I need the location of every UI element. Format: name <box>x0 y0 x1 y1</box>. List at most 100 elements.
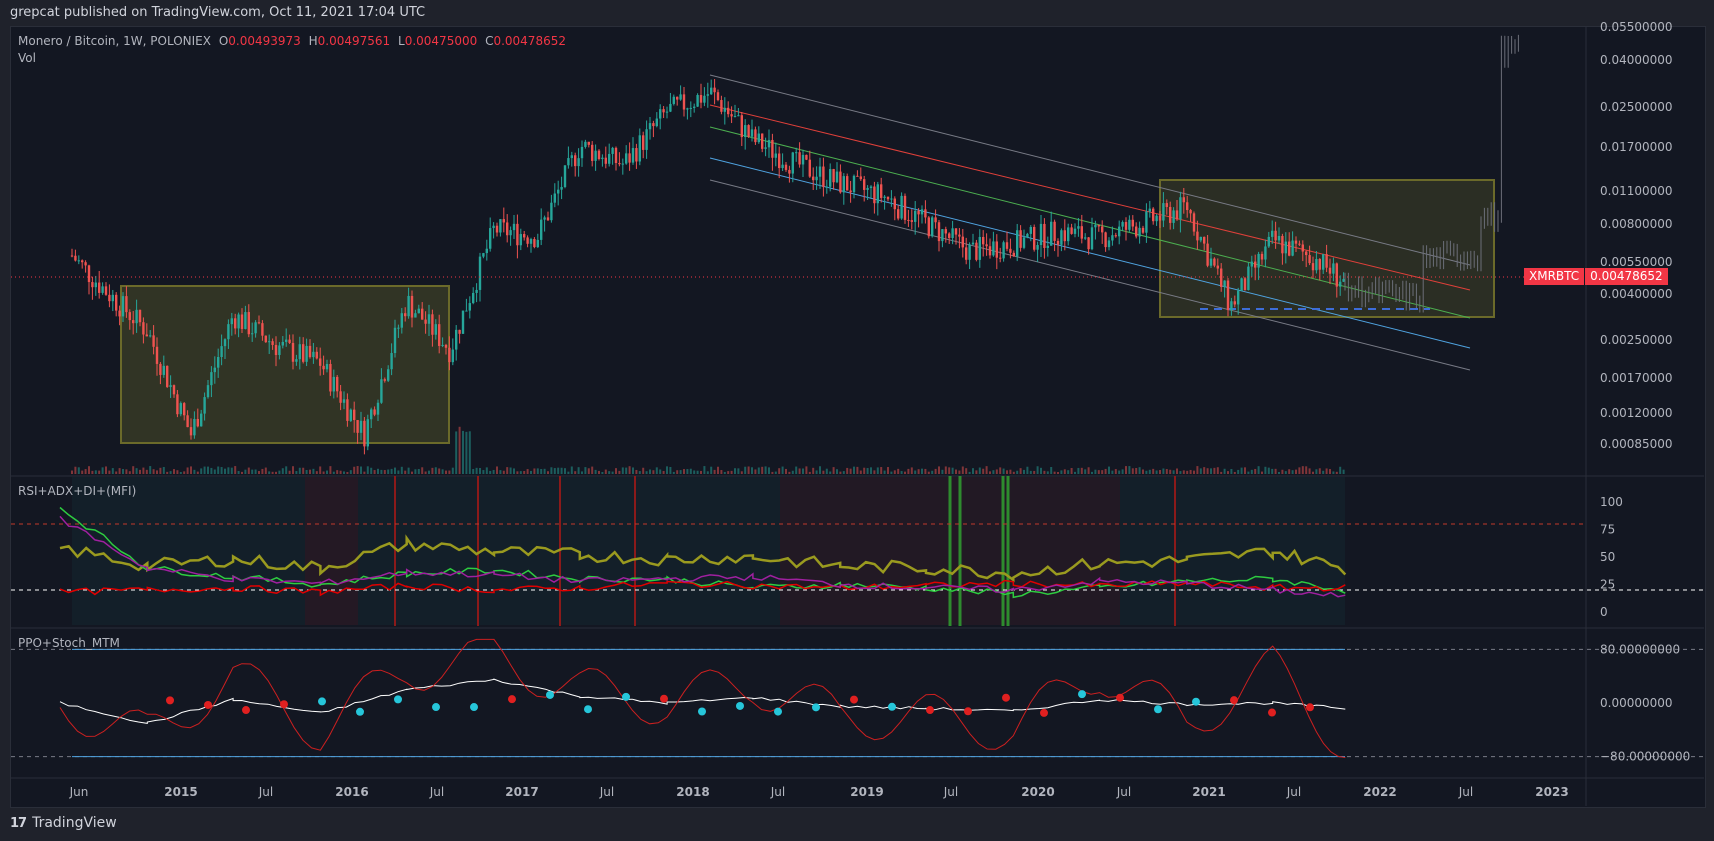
volume-bar <box>173 469 175 474</box>
volume-bar <box>1080 467 1083 474</box>
candle-body <box>961 236 964 248</box>
ppo-signal-dot <box>546 690 554 699</box>
rsi-pane-title[interactable]: RSI+ADX+DI+(MFI) <box>18 484 136 498</box>
candle-body <box>434 324 437 335</box>
volume-bar <box>574 471 577 474</box>
candle-body <box>679 94 682 100</box>
volume-bar <box>581 471 583 474</box>
volume-bar <box>829 471 832 474</box>
candle-body <box>159 363 162 375</box>
time-tick-label: Jun <box>69 785 89 799</box>
volume-bar <box>611 471 614 474</box>
candle-body <box>839 171 842 193</box>
low-label: L <box>398 34 405 48</box>
volume-bar <box>999 467 1002 474</box>
volume-bar <box>159 467 162 474</box>
volume-bar <box>1057 471 1059 474</box>
volume-bar <box>815 470 818 474</box>
volume-bar <box>91 470 94 474</box>
candle-body <box>999 257 1002 259</box>
price-tick-label: 0.00550000 <box>1600 255 1673 269</box>
candle-body <box>669 103 672 112</box>
volume-bar <box>788 471 791 474</box>
volume-bar <box>305 469 308 474</box>
candle-body <box>444 344 448 348</box>
candle-body <box>315 351 318 359</box>
candle-body <box>710 87 713 95</box>
volume-bar <box>961 466 964 474</box>
volume-bar <box>1322 470 1325 474</box>
candle-body <box>1291 240 1294 256</box>
volume-bar <box>638 471 641 474</box>
candle-body <box>244 312 247 329</box>
volume-bar <box>94 470 97 474</box>
candle-body <box>128 312 131 321</box>
ppo-signal-dot <box>242 706 250 715</box>
candle-body <box>387 369 390 381</box>
rsi-tick-label: 100 <box>1600 495 1623 509</box>
candle-body <box>475 289 478 293</box>
candle-body <box>1039 223 1043 246</box>
candle-body <box>1118 226 1121 237</box>
volume-bar <box>744 466 747 474</box>
candle-body <box>1308 255 1311 264</box>
ppo-signal-dot <box>660 694 668 703</box>
volume-bar <box>1237 469 1240 474</box>
ppo-pane-title[interactable]: PPO+Stoch_MTM <box>18 636 120 650</box>
candle-body <box>1230 301 1233 311</box>
candle-body <box>540 219 543 240</box>
volume-bar <box>1220 471 1223 474</box>
volume-bar <box>441 469 444 474</box>
candle-body <box>417 308 420 314</box>
candle-body <box>1056 240 1060 245</box>
candle-body <box>98 282 101 293</box>
candle-body <box>533 239 536 248</box>
symbol-legend[interactable]: Monero / Bitcoin, 1W, POLONIEX O0.004939… <box>18 34 566 48</box>
volume-bar <box>1097 470 1100 474</box>
candle-body <box>1216 265 1219 269</box>
candle-body <box>390 353 393 370</box>
time-tick-label: Jul <box>1116 785 1131 799</box>
candle-body <box>196 418 199 427</box>
candle-body <box>1335 263 1338 287</box>
candle-body <box>580 146 584 159</box>
volume-bar <box>329 466 332 474</box>
volume-bar <box>207 466 209 474</box>
candle-body <box>767 139 771 148</box>
candle-body <box>1128 219 1131 230</box>
volume-bar <box>360 466 362 474</box>
volume-bar <box>917 469 920 474</box>
candle-body <box>349 409 352 421</box>
candle-body <box>172 385 176 395</box>
candle-body <box>968 244 971 260</box>
candle-body <box>1141 227 1145 233</box>
candle-body <box>145 334 148 337</box>
volume-bar <box>594 469 597 474</box>
candle-body <box>1226 280 1230 311</box>
candle-body <box>380 379 383 403</box>
candle-body <box>723 107 726 112</box>
volume-bar <box>499 470 502 474</box>
volume-label[interactable]: Vol <box>18 51 36 65</box>
volume-bar <box>696 470 699 474</box>
candle-body <box>336 376 339 392</box>
footer[interactable]: 17 TradingView <box>10 815 117 831</box>
candle-body <box>733 115 737 117</box>
volume-bar <box>1312 471 1314 474</box>
volume-bar <box>832 467 835 474</box>
candle-body <box>744 125 747 138</box>
candle-body <box>281 341 284 346</box>
candle-body <box>805 154 808 160</box>
candle-body <box>101 286 104 293</box>
volume-bar <box>540 468 543 474</box>
volume-bar <box>1145 470 1148 474</box>
candle-body <box>1169 206 1172 223</box>
volume-bar <box>1325 468 1328 474</box>
candle-body <box>1315 259 1318 271</box>
candle-body <box>404 313 407 317</box>
time-tick-label: 2015 <box>164 785 197 799</box>
volume-bar <box>363 471 366 474</box>
chart-canvas[interactable]: 0.05500000 0.04000000 0.02500000 0.01700000… <box>0 0 1714 841</box>
candle-body <box>210 372 213 386</box>
candle-body <box>302 344 305 362</box>
